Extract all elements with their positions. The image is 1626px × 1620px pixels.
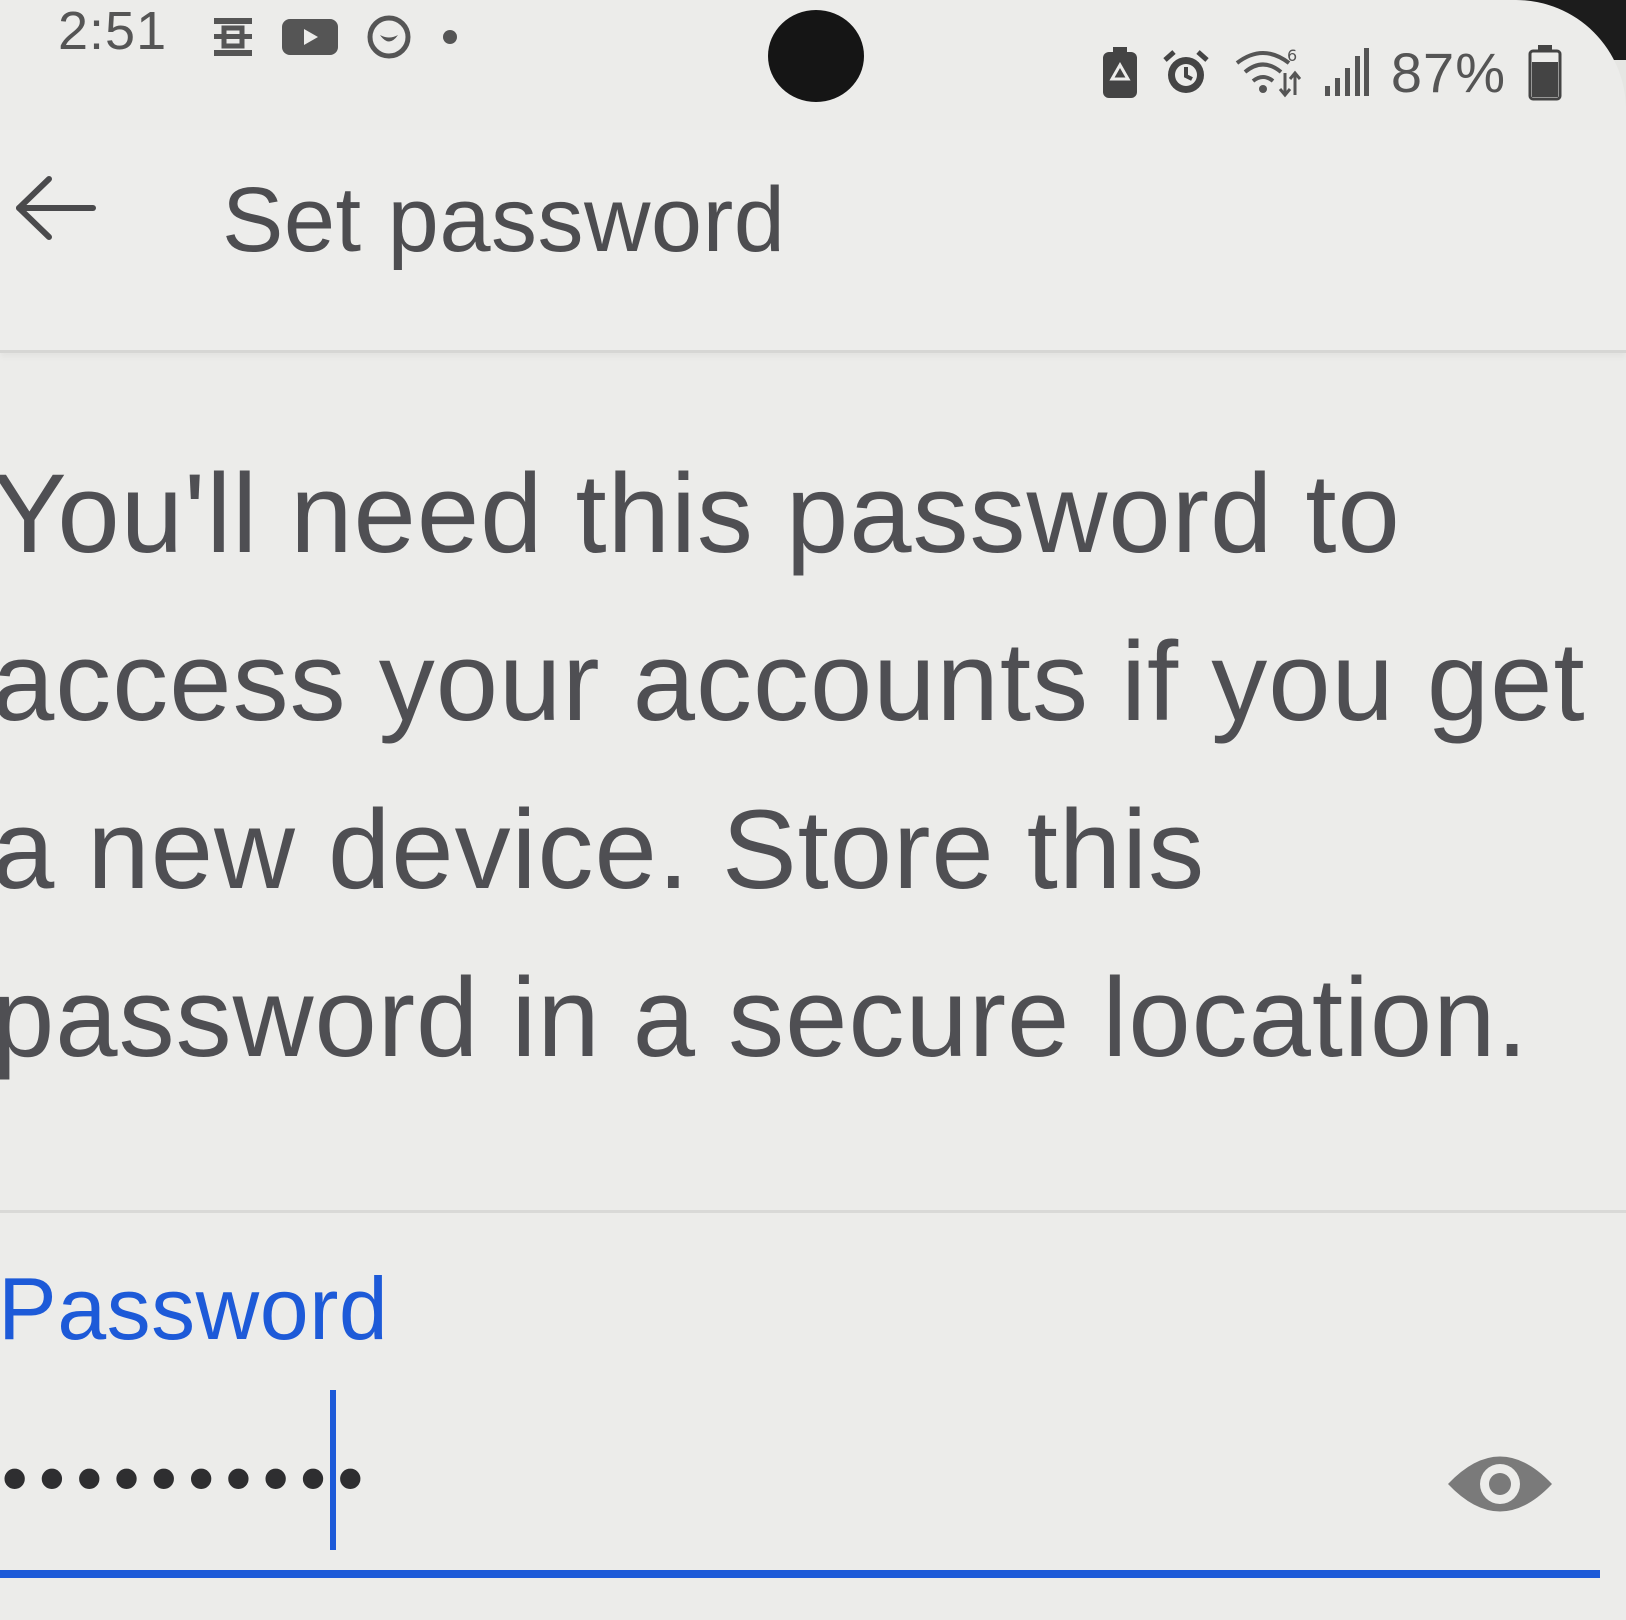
wifi-6-icon: 6 [1233,47,1301,99]
app-bar: Set password [0,130,1626,353]
battery-saver-icon [1101,46,1139,99]
notification-circle-icon [364,12,414,62]
password-input[interactable] [0,1418,324,1518]
status-left-icons [210,12,460,62]
password-field-underline [0,1570,1600,1578]
password-label: Password [0,1259,389,1358]
arrow-left-icon [13,173,97,248]
status-time: 2:51 [58,1,168,61]
status-right-icons: 6 87% [1101,40,1562,105]
screen: 2:51 6 87% Set password You'll need this… [0,0,1626,1620]
alarm-icon [1161,48,1211,98]
signal-icon [1323,47,1369,98]
battery-percent: 87% [1390,41,1506,104]
youtube-icon [282,17,338,57]
dot-icon [440,27,460,47]
description-text: You'll need this password to access your… [0,451,1586,1080]
back-button[interactable] [10,170,100,250]
svg-text:6: 6 [1287,47,1297,65]
battery-icon [1528,44,1562,101]
show-password-toggle[interactable] [1440,1446,1560,1526]
section-divider [0,1210,1626,1213]
text-cursor [330,1390,336,1550]
qr-scan-icon [210,14,256,60]
front-camera [768,10,864,102]
eye-icon [1444,1447,1556,1526]
page-title: Set password [222,169,786,271]
status-bar: 2:51 6 87% [0,0,1626,120]
